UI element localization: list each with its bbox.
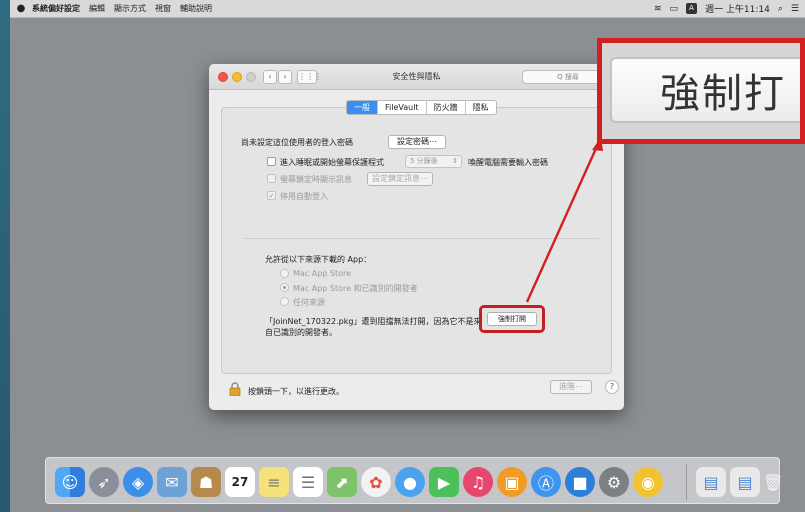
tab-general[interactable]: 一般 (347, 101, 378, 114)
dock: ☺ ➶ ◈ ✉ ☗ 27 ≡ ☰ ⬈ ✿ ● ▶ ♫ ▣ Ⓐ ■ ⚙ ◉ ▤ ▤… (45, 457, 783, 504)
disable-autologin-checkbox[interactable]: ✓ (267, 191, 276, 200)
require-password-suffix: 喚醒電腦需要輸入密碼 (468, 158, 548, 167)
ibooks-icon[interactable]: ▣ (497, 467, 527, 497)
menu-system-preferences[interactable]: 系統偏好設定 (32, 3, 80, 14)
security-privacy-window: ‹ › ⋮⋮⋮ 安全性與隱私 Q 搜尋 一般 FileVault 防火牆 隱私 … (209, 64, 624, 410)
itunes-icon[interactable]: ♫ (463, 467, 493, 497)
allow-apps-heading: 允許從以下來源下載的 App： (265, 255, 372, 264)
wifi-icon[interactable]: ≋ (654, 4, 662, 14)
section-divider (243, 238, 599, 239)
input-source-icon[interactable]: A (686, 3, 698, 14)
advanced-button[interactable]: 進階⋯ (550, 380, 592, 394)
require-password-delay-select[interactable]: 5 分鐘後 ⇕ (405, 155, 462, 168)
notes-icon[interactable]: ≡ (259, 467, 289, 497)
show-message-label: 螢幕鎖定時顯示訊息 (280, 175, 352, 184)
chrome-icon[interactable]: ◉ (633, 467, 663, 497)
photos-icon[interactable]: ✿ (361, 467, 391, 497)
messages-icon[interactable]: ● (395, 467, 425, 497)
show-message-checkbox[interactable] (267, 174, 276, 183)
lock-icon[interactable] (228, 382, 242, 396)
set-password-button[interactable]: 設定密碼⋯ (388, 135, 446, 149)
contacts-icon[interactable]: ☗ (191, 467, 221, 497)
trash-icon[interactable]: 🗑 (758, 467, 788, 497)
tab-privacy[interactable]: 隱私 (466, 101, 496, 114)
battery-icon[interactable]: ▭ (670, 4, 679, 14)
require-password-label: 進入睡眠或開始螢幕保護程式 (280, 158, 384, 167)
blocked-app-message: 「JoinNet_170322.pkg」遭到阻擋無法打開，因為它不是來 (265, 317, 482, 326)
zoomed-button-text: 強制打 (660, 71, 786, 117)
mail-icon[interactable]: ✉ (157, 467, 187, 497)
login-password-text: 尚未設定這位使用者的登入密碼 (241, 138, 353, 147)
apple-menu-icon[interactable]: ● (10, 3, 32, 14)
appstore-icon[interactable]: Ⓐ (531, 467, 561, 497)
radio-mac-app-store-label: Mac App Store (293, 269, 352, 278)
radio-mac-app-store[interactable] (280, 269, 289, 278)
safari-icon[interactable]: ◈ (123, 467, 153, 497)
open-anyway-button[interactable]: 強制打開 (487, 312, 537, 326)
tab-firewall[interactable]: 防火牆 (427, 101, 466, 114)
title-bar: ‹ › ⋮⋮⋮ 安全性與隱私 Q 搜尋 (209, 64, 624, 90)
system-preferences-icon[interactable]: ⚙ (599, 467, 629, 497)
maps-icon[interactable]: ⬈ (327, 467, 357, 497)
calendar-icon[interactable]: 27 (225, 467, 255, 497)
select-arrow-icon: ⇕ (452, 157, 458, 165)
launchpad-icon[interactable]: ➶ (89, 467, 119, 497)
reminders-icon[interactable]: ☰ (293, 467, 323, 497)
set-lock-message-button[interactable]: 設定鎖定訊息⋯ (367, 172, 433, 186)
menu-edit[interactable]: 編輯 (89, 3, 105, 14)
spotlight-icon[interactable]: ⌕ (778, 4, 783, 14)
menu-clock[interactable]: 週一 上午11:14 (705, 2, 770, 15)
zoom-callout: 強制打 (597, 38, 805, 144)
lock-hint-text: 按鎖頭一下，以進行更改。 (248, 387, 344, 396)
tab-bar: 一般 FileVault 防火牆 隱私 (346, 100, 497, 115)
blocked-app-message-line2: 自已識別的開發者。 (265, 328, 337, 337)
radio-anywhere[interactable] (280, 297, 289, 306)
disable-autologin-label: 停用自動登入 (280, 192, 328, 201)
facetime-video-icon[interactable]: ■ (565, 467, 595, 497)
facetime-icon[interactable]: ▶ (429, 467, 459, 497)
require-password-checkbox[interactable] (267, 157, 276, 166)
open-anyway-highlight: 強制打開 (479, 305, 545, 333)
downloads-icon[interactable]: ▤ (696, 467, 726, 497)
menu-help[interactable]: 輔助說明 (180, 3, 212, 14)
dock-separator (686, 464, 687, 500)
menu-window[interactable]: 視窗 (155, 3, 171, 14)
notification-center-icon[interactable]: ☰ (791, 4, 799, 14)
tab-filevault[interactable]: FileVault (378, 101, 427, 114)
menu-bar: ● 系統偏好設定 編輯 顯示方式 視窗 輔助說明 ≋ ▭ A 週一 上午11:1… (10, 0, 805, 18)
finder-icon[interactable]: ☺ (55, 467, 85, 497)
documents-icon[interactable]: ▤ (730, 467, 760, 497)
menu-extras: ≋ ▭ A 週一 上午11:14 ⌕ ☰ (654, 2, 805, 15)
menu-view[interactable]: 顯示方式 (114, 3, 146, 14)
radio-identified-developers-label: Mac App Store 和已識別的開發者 (293, 284, 418, 293)
radio-anywhere-label: 任何來源 (293, 298, 325, 307)
radio-identified-developers[interactable] (280, 283, 289, 292)
help-button[interactable]: ? (605, 380, 619, 394)
